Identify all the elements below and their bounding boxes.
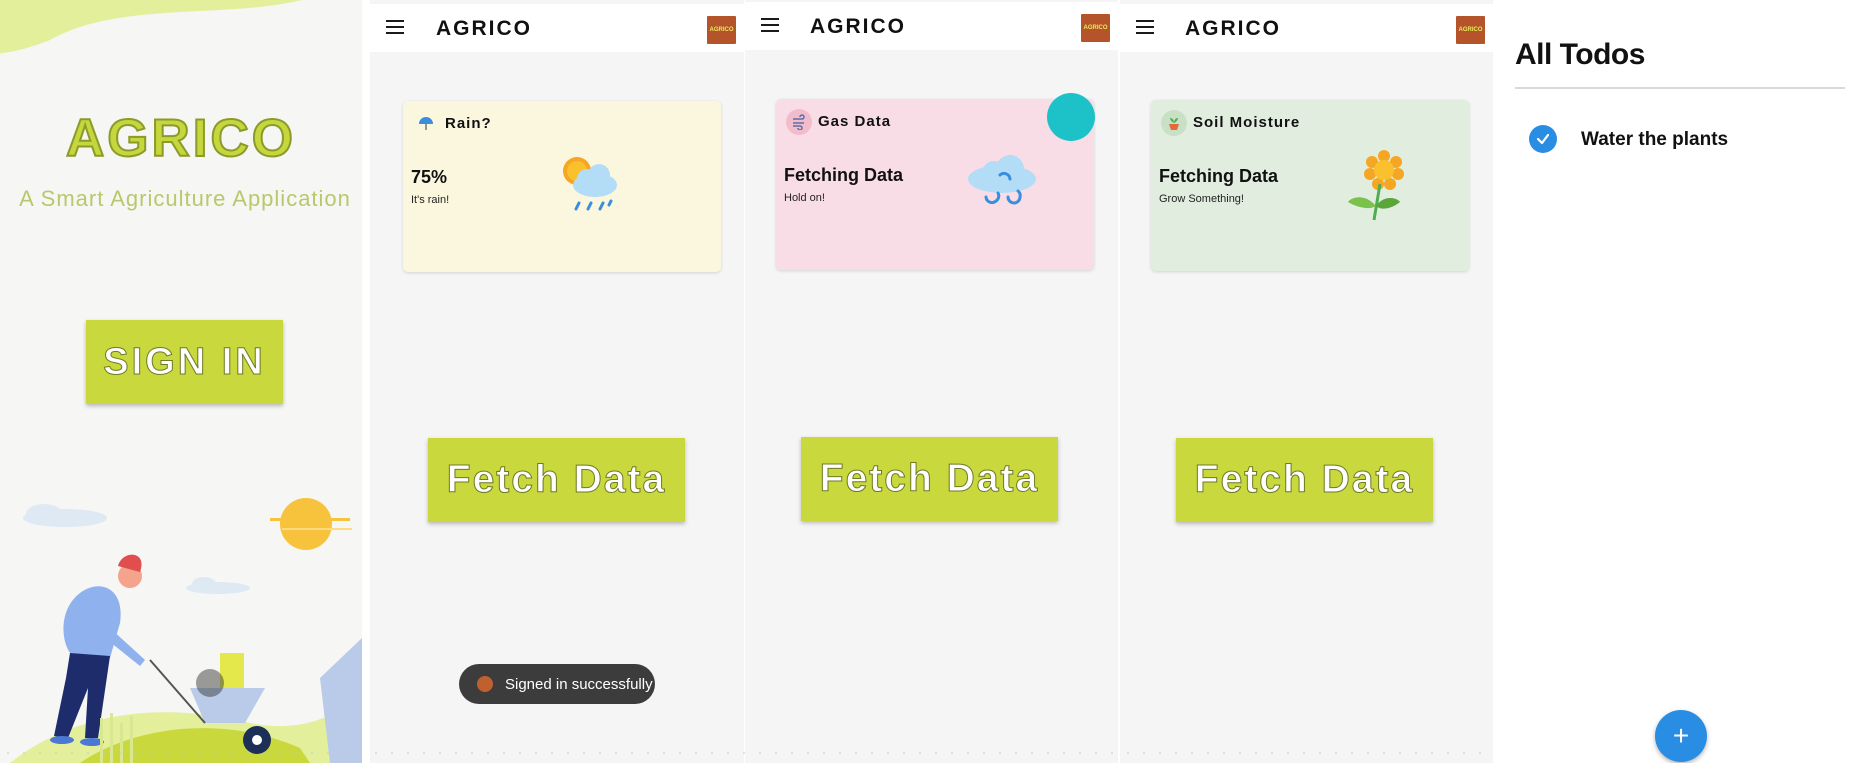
app-screens-collage: AGRICO A Smart Agriculture Application S… [0,0,1866,763]
card-label: Gas Data [818,113,892,130]
decorative-wave [0,0,302,54]
app-tagline: A Smart Agriculture Application [19,186,351,211]
card-subtitle: Grow Something! [1159,193,1244,205]
loading-indicator [1047,93,1095,141]
gas-screen: AGRICO AGRICO Gas Data Fetching Data Hol… [745,0,1118,763]
sunflower-icon [1348,150,1404,221]
app-bar: AGRICO AGRICO [745,2,1118,50]
menu-icon[interactable] [1136,20,1156,36]
brand-title: AGRICO [65,108,296,169]
gas-card[interactable]: Gas Data Fetching Data Hold on! [776,99,1094,270]
fetch-data-button[interactable]: Fetch Data [1176,438,1433,522]
fetch-data-button[interactable]: Fetch Data [801,437,1058,521]
fetch-data-button[interactable]: Fetch Data [428,438,685,522]
rain-percentage: 75% [411,167,448,187]
plant-pot-icon [1161,110,1187,136]
toast-logo-icon [477,676,493,692]
soil-moisture-card[interactable]: Soil Moisture Fetching Data Grow Somethi… [1151,100,1469,271]
soil-screen: AGRICO AGRICO Soil Moisture Fetching Dat… [1120,0,1493,763]
app-logo[interactable]: AGRICO [1081,14,1110,42]
farmer-illustration [10,498,362,763]
app-bar-title: AGRICO [436,17,532,40]
card-subtitle: It's rain! [411,194,450,206]
app-logo[interactable]: AGRICO [1456,16,1485,44]
umbrella-icon [413,111,439,137]
splash-screen: AGRICO A Smart Agriculture Application S… [0,0,362,763]
app-logo[interactable]: AGRICO [707,16,736,44]
title-divider [1515,87,1845,89]
menu-icon[interactable] [761,18,781,34]
card-subtitle: Hold on! [784,192,825,204]
soil-status: Fetching Data [1159,166,1279,186]
todos-screen: All Todos Water the plants + [1493,15,1866,763]
card-label: Soil Moisture [1193,114,1301,131]
todo-item[interactable]: Water the plants [1529,125,1849,155]
menu-icon[interactable] [386,20,406,36]
toast-text: Signed in successfully [505,675,653,693]
rain-screen: AGRICO AGRICO Rain? 75% It's rain! Fetch… [370,0,744,763]
card-label: Rain? [445,115,492,132]
rain-card[interactable]: Rain? 75% It's rain! [403,101,721,272]
gas-status: Fetching Data [784,165,904,185]
app-bar: AGRICO AGRICO [370,4,744,52]
check-icon[interactable] [1529,125,1557,153]
app-bar-title: AGRICO [1185,17,1281,40]
wind-icon [786,109,812,135]
app-bar: AGRICO AGRICO [1120,4,1493,52]
signed-in-toast: Signed in successfully [459,664,655,704]
sign-in-button[interactable]: SIGN IN [86,320,283,404]
todo-text: Water the plants [1581,129,1729,150]
bottom-dotted-divider [0,750,1493,756]
wind-cloud-icon [968,155,1036,205]
sun-cloud-rain-icon [563,157,617,211]
add-todo-button[interactable]: + [1655,710,1707,762]
page-title: All Todos [1515,38,1645,71]
app-bar-title: AGRICO [810,15,906,38]
